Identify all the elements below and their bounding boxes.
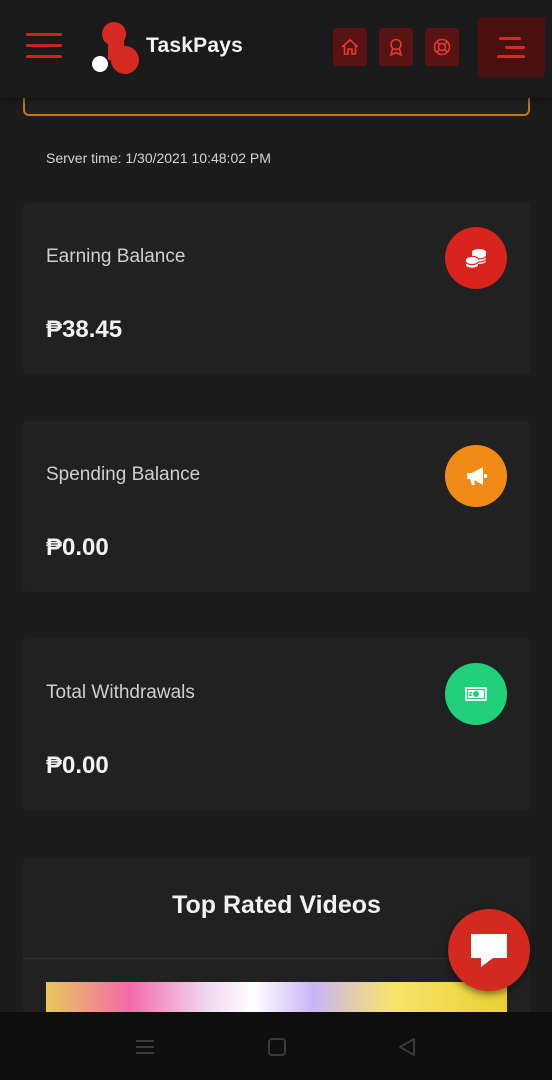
total-withdrawals-card: Total Withdrawals ₱0.00 xyxy=(23,639,530,810)
awards-button[interactable] xyxy=(379,28,413,66)
android-navigation-bar xyxy=(0,1012,552,1080)
spending-balance-label: Spending Balance xyxy=(46,464,201,485)
menu-icon[interactable] xyxy=(478,17,545,77)
home-square-icon[interactable] xyxy=(262,1034,292,1060)
megaphone-icon xyxy=(445,445,507,507)
total-withdrawals-label: Total Withdrawals xyxy=(46,682,195,703)
brand-logo[interactable]: TaskPays xyxy=(90,20,260,76)
top-rated-videos-title: Top Rated Videos xyxy=(172,891,381,919)
home-icon xyxy=(341,38,359,55)
earning-balance-value: ₱38.45 xyxy=(46,316,123,343)
brand-name: TaskPays xyxy=(146,34,243,57)
server-time: Server time: 1/30/2021 10:48:02 PM xyxy=(46,150,271,166)
top-panel-edge xyxy=(23,96,530,116)
spending-balance-card: Spending Balance ₱0.00 xyxy=(23,421,530,592)
support-button[interactable] xyxy=(425,28,459,66)
recents-icon[interactable] xyxy=(130,1034,160,1060)
back-triangle-icon[interactable] xyxy=(392,1034,422,1060)
coins-icon xyxy=(445,227,507,289)
logo-icon xyxy=(92,22,139,74)
spending-balance-value: ₱0.00 xyxy=(46,534,109,561)
home-button[interactable] xyxy=(333,28,367,66)
money-bill-icon xyxy=(445,663,507,725)
app-header: TaskPays xyxy=(0,0,552,98)
lifebuoy-icon xyxy=(433,38,451,56)
earning-balance-card: Earning Balance ₱38.45 xyxy=(23,203,530,374)
earning-balance-label: Earning Balance xyxy=(46,246,186,267)
award-icon xyxy=(389,38,403,57)
chat-icon xyxy=(471,934,507,967)
hamburger-icon[interactable] xyxy=(26,30,64,62)
total-withdrawals-value: ₱0.00 xyxy=(46,752,109,779)
chat-button[interactable] xyxy=(448,909,530,991)
